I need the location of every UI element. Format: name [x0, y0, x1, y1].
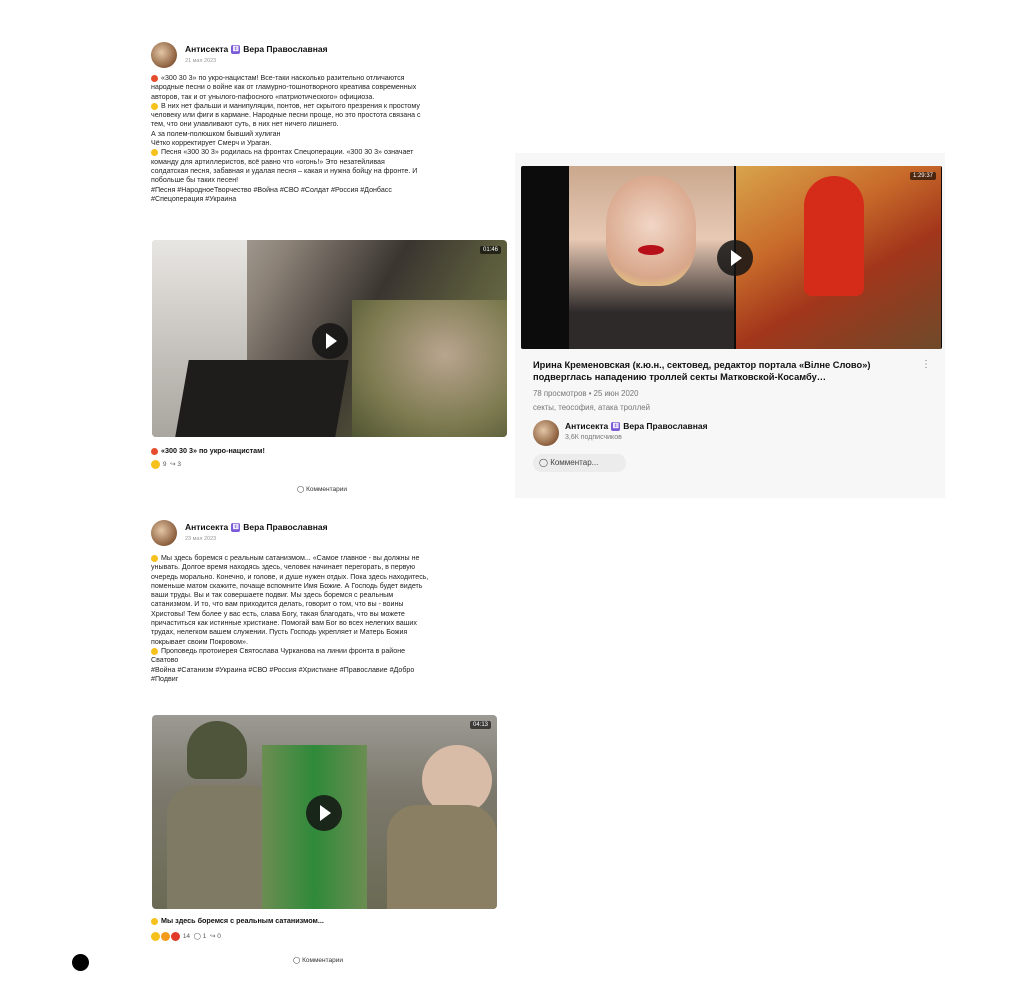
- reaction-count: 9: [162, 461, 167, 469]
- reactions-bar[interactable]: 14 ◯ 1 ↪ 0: [151, 932, 221, 941]
- author-line[interactable]: Антисекта ⚅ Вера Православная: [185, 522, 328, 533]
- channel-name[interactable]: Антисекта ⚅ Вера Православная: [565, 421, 708, 432]
- star-icon: [151, 554, 158, 562]
- like-reaction-icon[interactable]: [151, 932, 160, 941]
- comment-icon: ◯: [293, 957, 301, 964]
- laugh-reaction-icon[interactable]: [161, 932, 170, 941]
- group-badge-icon: ⚅: [231, 523, 241, 533]
- play-button[interactable]: [306, 795, 342, 831]
- video-caption[interactable]: Мы здесь боремся с реальным сатанизмом..…: [151, 916, 324, 925]
- comment-count: 1: [202, 933, 207, 941]
- like-reaction-icon[interactable]: [151, 460, 160, 469]
- post-header: Антисекта ⚅ Вера Православная 23 мая 2023: [151, 518, 491, 548]
- fire-icon: [151, 74, 158, 82]
- comment-input[interactable]: ◯ Комментар...: [533, 454, 626, 472]
- comment-icon[interactable]: ◯: [194, 933, 201, 940]
- play-button[interactable]: [312, 323, 348, 359]
- video-title[interactable]: Ирина Кременовская (к.ю.н., сектовед, ре…: [533, 359, 923, 383]
- pin-icon: [151, 149, 158, 156]
- angry-reaction-icon[interactable]: [171, 932, 180, 941]
- video-card: 1:29:37 Ирина Кременовская (к.ю.н., сект…: [515, 153, 945, 498]
- group-name[interactable]: Вера Православная: [243, 522, 327, 532]
- reaction-count: 14: [182, 933, 191, 941]
- reactions-bar[interactable]: 9 ↪ 3: [151, 460, 181, 469]
- video-meta: 78 просмотров • 25 июн 2020: [533, 389, 639, 398]
- video-thumbnail[interactable]: 01:46: [152, 240, 507, 437]
- avatar[interactable]: [151, 520, 177, 546]
- group-name[interactable]: Вера Православная: [243, 44, 327, 54]
- subscriber-count: 3,6К подписчиков: [565, 434, 622, 441]
- group-badge-icon: ⚅: [231, 45, 241, 55]
- share-count: 3: [177, 461, 181, 469]
- video-thumbnail[interactable]: 04:13: [152, 715, 497, 909]
- group-badge-icon: ⚅: [611, 422, 621, 432]
- video-tags[interactable]: секты, теософия, атака троллей: [533, 403, 650, 412]
- avatar[interactable]: [151, 42, 177, 68]
- post-header: Антисекта ⚅ Вера Православная 21 мая 2023: [151, 40, 491, 70]
- play-button[interactable]: [717, 240, 753, 276]
- share-icon[interactable]: ↪: [210, 933, 215, 940]
- author-line[interactable]: Антисекта ⚅ Вера Православная: [185, 44, 328, 55]
- post-text: «300 30 3» по укро-нацистам! Все-таки на…: [151, 74, 421, 203]
- post-card-1: Антисекта ⚅ Вера Православная 21 мая 2023 …: [147, 36, 513, 498]
- author-name[interactable]: Антисекта: [185, 44, 228, 54]
- comments-button[interactable]: ◯ Комментарии: [293, 956, 343, 964]
- comments-button[interactable]: ◯ Комментарии: [297, 485, 347, 493]
- star-icon: [151, 917, 158, 925]
- hand-icon: [151, 102, 158, 110]
- video-caption[interactable]: «300 30 3» по укро-нацистам!: [151, 446, 265, 455]
- video-duration: 01:46: [479, 246, 501, 254]
- channel-avatar[interactable]: [533, 420, 559, 446]
- more-options-icon[interactable]: ⋮: [921, 359, 931, 370]
- hand-icon: [151, 647, 158, 655]
- post-date: 21 мая 2023: [185, 58, 217, 64]
- video-duration: 04:13: [469, 721, 491, 729]
- post-text: Мы здесь боремся с реальным сатанизмом..…: [151, 554, 429, 683]
- video-duration: 1:29:37: [909, 172, 936, 180]
- share-count: 0: [217, 933, 221, 941]
- author-name[interactable]: Антисекта: [185, 522, 228, 532]
- video-thumbnail[interactable]: 1:29:37: [521, 166, 942, 349]
- post-card-2: Антисекта ⚅ Вера Православная 23 мая 2023 …: [147, 514, 503, 968]
- comment-icon: ◯: [297, 486, 305, 493]
- comment-icon: ◯: [539, 458, 548, 467]
- bullet-point: [72, 954, 89, 971]
- fire-icon: [151, 447, 158, 455]
- share-icon[interactable]: ↪: [170, 461, 175, 468]
- post-date: 23 мая 2023: [185, 536, 217, 542]
